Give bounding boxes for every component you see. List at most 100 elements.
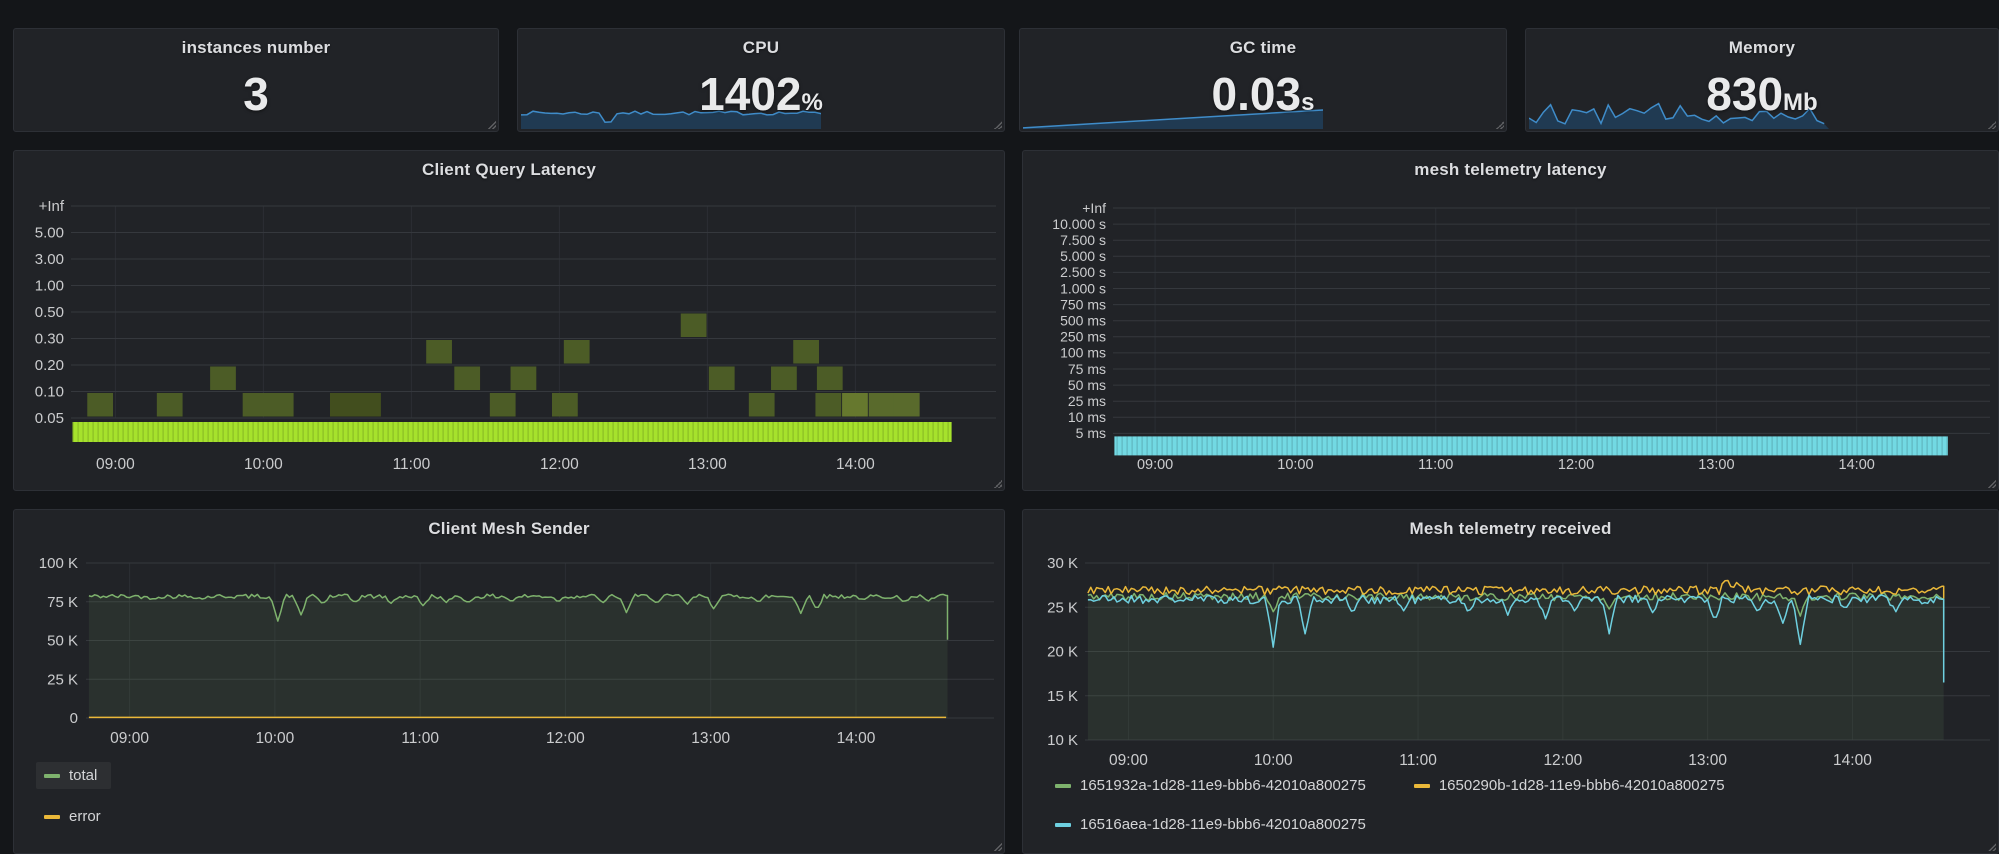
svg-text:0.10: 0.10 [35,384,64,401]
panel-title[interactable]: Client Mesh Sender [14,519,1004,539]
svg-text:11:00: 11:00 [401,730,439,747]
svg-text:12:00: 12:00 [1558,457,1594,473]
panel-title[interactable]: Client Query Latency [14,160,1004,180]
legend-item-error[interactable]: error [36,803,115,830]
svg-text:1.00: 1.00 [35,278,64,295]
grafana-dashboard: { "theme":{ "page_bg":"#141619","panel_b… [0,0,1999,854]
panel-resize-handle[interactable] [1986,841,1996,851]
legend-label: 16516aea-1d28-11e9-bbb6-42010a800275 [1080,817,1366,832]
svg-text:14:00: 14:00 [1833,752,1872,769]
svg-text:5.000 s: 5.000 s [1060,248,1106,264]
panel-title[interactable]: Memory [1526,38,1998,58]
svg-text:10.000 s: 10.000 s [1052,216,1106,232]
series-color-dash [44,815,60,819]
svg-text:3.00: 3.00 [35,251,64,268]
client-query-latency-heatmap[interactable]: 09:0010:0011:0012:0013:0014:00+Inf5.003.… [14,151,1004,490]
svg-text:100 K: 100 K [39,555,78,572]
stat-unit: Mb [1783,89,1818,116]
svg-text:500 ms: 500 ms [1060,312,1106,328]
panel-instances-number: instances number 3 [13,28,499,132]
legend-label: 1650290b-1d28-11e9-bbb6-42010a800275 [1439,778,1725,793]
svg-text:50 ms: 50 ms [1068,377,1106,393]
svg-text:250 ms: 250 ms [1060,329,1106,345]
svg-text:13:00: 13:00 [1698,457,1734,473]
panel-resize-handle[interactable] [486,119,496,129]
svg-text:14:00: 14:00 [1839,457,1875,473]
svg-text:10:00: 10:00 [1277,457,1313,473]
panel-title[interactable]: CPU [518,38,1004,58]
svg-text:7.500 s: 7.500 s [1060,232,1106,248]
svg-text:09:00: 09:00 [110,730,149,747]
svg-text:10:00: 10:00 [255,730,294,747]
panel-title[interactable]: Mesh telemetry received [1023,519,1998,539]
svg-text:0.05: 0.05 [35,410,64,427]
svg-text:10:00: 10:00 [244,456,283,473]
svg-text:12:00: 12:00 [1543,752,1582,769]
legend-item-total[interactable]: total [36,762,111,789]
svg-text:10 ms: 10 ms [1068,409,1106,425]
legend-label: error [69,809,101,824]
svg-text:15 K: 15 K [1047,688,1078,705]
svg-text:750 ms: 750 ms [1060,296,1106,312]
svg-text:75 ms: 75 ms [1068,361,1106,377]
svg-text:11:00: 11:00 [1418,457,1453,473]
svg-text:50 K: 50 K [47,633,78,650]
svg-text:13:00: 13:00 [688,456,727,473]
panel-memory: Memory 830Mb [1525,28,1999,132]
svg-text:0.30: 0.30 [35,331,64,348]
series-color-dash [1414,784,1430,788]
stat-value: 0.03s [1020,71,1506,117]
series-color-dash [44,774,60,778]
svg-text:5.00: 5.00 [35,225,64,242]
svg-text:0.20: 0.20 [35,357,64,374]
legend-item-instance-1[interactable]: 1651932a-1d28-11e9-bbb6-42010a800275 [1047,772,1380,799]
series-color-dash [1055,784,1071,788]
panel-client-query-latency: Client Query Latency 09:00 10:00 11:00 12:0… [13,150,1005,491]
stat-value: 830Mb [1526,71,1998,117]
svg-text:11:00: 11:00 [1399,752,1437,769]
svg-text:10:00: 10:00 [1254,752,1293,769]
legend-item-instance-2[interactable]: 1650290b-1d28-11e9-bbb6-42010a800275 [1406,772,1739,799]
stat-unit: % [802,89,823,116]
panel-mesh-telemetry-latency: mesh telemetry latency 09:00 10:00 11:00 12… [1022,150,1999,491]
panel-resize-handle[interactable] [1986,478,1996,488]
svg-text:14:00: 14:00 [837,730,876,747]
svg-text:25 ms: 25 ms [1068,393,1106,409]
panel-resize-handle[interactable] [992,119,1002,129]
svg-text:13:00: 13:00 [1688,752,1727,769]
svg-text:100 ms: 100 ms [1060,345,1106,361]
svg-text:2.500 s: 2.500 s [1060,264,1106,280]
svg-text:25 K: 25 K [1047,599,1078,616]
panel-cpu: CPU 1402% [517,28,1005,132]
panel-resize-handle[interactable] [1986,119,1996,129]
svg-text:12:00: 12:00 [540,456,579,473]
svg-text:11:00: 11:00 [393,456,431,473]
panel-gc-time: GC time 0.03s [1019,28,1507,132]
client-mesh-sender-legend: total error [36,762,115,844]
svg-text:09:00: 09:00 [96,456,135,473]
panel-resize-handle[interactable] [992,478,1002,488]
panel-resize-handle[interactable] [992,841,1002,851]
svg-text:13:00: 13:00 [691,730,730,747]
mesh-telemetry-latency-heatmap[interactable]: 09:00 10:00 11:00 12:00 13:00 14:00 +Inf10.000… [1023,151,1998,490]
svg-text:5 ms: 5 ms [1076,425,1106,441]
svg-text:+Inf: +Inf [1082,200,1106,216]
panel-resize-handle[interactable] [1494,119,1504,129]
svg-text:1.000 s: 1.000 s [1060,280,1106,296]
svg-text:0: 0 [70,710,78,727]
svg-text:75 K: 75 K [47,594,78,611]
svg-text:12:00: 12:00 [546,730,585,747]
svg-text:10 K: 10 K [1047,732,1078,749]
svg-text:09:00: 09:00 [1137,457,1173,473]
svg-text:14:00: 14:00 [836,456,875,473]
panel-mesh-telemetry-received: Mesh telemetry received 09:0010:0011:001… [1022,509,1999,854]
panel-title[interactable]: GC time [1020,38,1506,58]
legend-item-instance-3[interactable]: 16516aea-1d28-11e9-bbb6-42010a800275 [1047,811,1380,838]
panel-title[interactable]: instances number [14,38,498,58]
client-mesh-sender-graph[interactable]: 09:00 10:00 11:00 12:00 13:00 14:00 100 K 75 K 5… [14,510,1004,853]
stat-unit: s [1301,89,1314,116]
stat-value: 3 [14,71,498,117]
svg-text:25 K: 25 K [47,671,78,688]
panel-title[interactable]: mesh telemetry latency [1023,160,1998,180]
legend-label: total [69,768,97,783]
